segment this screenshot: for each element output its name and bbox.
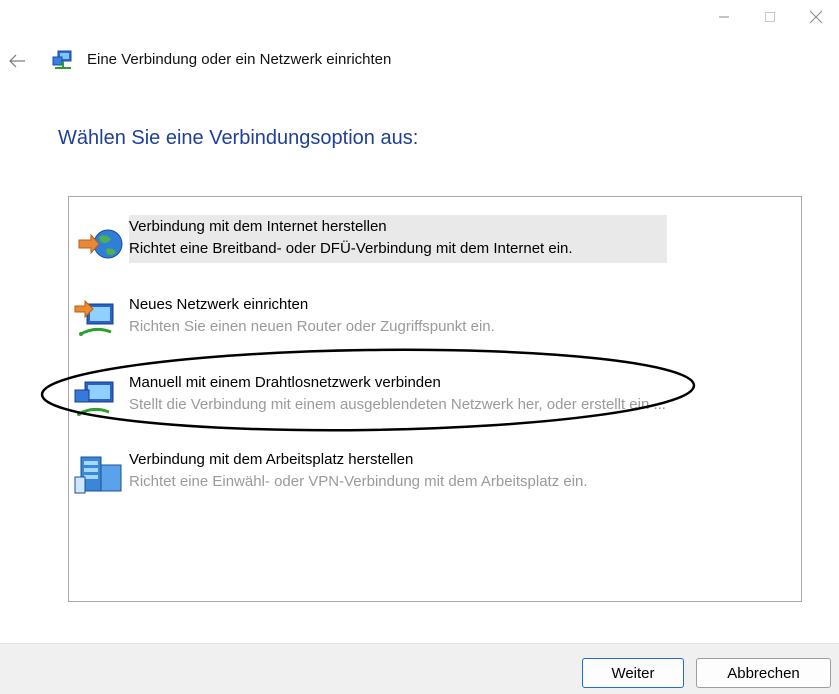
minimize-icon <box>719 16 729 18</box>
window-controls <box>701 0 839 34</box>
close-button[interactable] <box>793 0 839 34</box>
option-title: Verbindung mit dem Arbeitsplatz herstell… <box>129 451 414 468</box>
option-internet[interactable]: Verbindung mit dem Internet herstellen R… <box>73 214 673 266</box>
globe-internet-icon <box>73 220 125 264</box>
back-button[interactable] <box>6 50 28 72</box>
wizard-title: Eine Verbindung oder ein Netzwerk einric… <box>87 51 392 68</box>
option-title: Neues Netzwerk einrichten <box>129 296 309 313</box>
back-arrow-icon <box>9 54 25 68</box>
wizard-footer: Weiter Abbrechen <box>0 643 839 694</box>
workplace-vpn-icon <box>73 453 125 497</box>
close-icon <box>809 10 823 24</box>
option-workplace[interactable]: Verbindung mit dem Arbeitsplatz herstell… <box>73 447 713 499</box>
cancel-button[interactable]: Abbrechen <box>696 658 831 688</box>
network-setup-icon <box>51 48 75 72</box>
annotation-ellipse <box>40 348 696 432</box>
option-description: Richtet eine Breitband- oder DFÜ-Verbind… <box>129 240 573 257</box>
option-description: Richten Sie einen neuen Router oder Zugr… <box>129 318 495 335</box>
maximize-button[interactable] <box>747 0 793 34</box>
option-description: Richtet eine Einwähl- oder VPN-Verbindun… <box>129 473 588 490</box>
minimize-button[interactable] <box>701 0 747 34</box>
maximize-icon <box>765 12 775 22</box>
option-new-network[interactable]: Neues Netzwerk einrichten Richten Sie ei… <box>73 292 673 344</box>
next-button[interactable]: Weiter <box>582 658 684 688</box>
new-network-icon <box>73 298 125 342</box>
page-heading: Wählen Sie eine Verbindungsoption aus: <box>58 127 419 149</box>
option-title: Verbindung mit dem Internet herstellen <box>129 218 387 235</box>
wizard-header: Eine Verbindung oder ein Netzwerk einric… <box>0 44 839 76</box>
